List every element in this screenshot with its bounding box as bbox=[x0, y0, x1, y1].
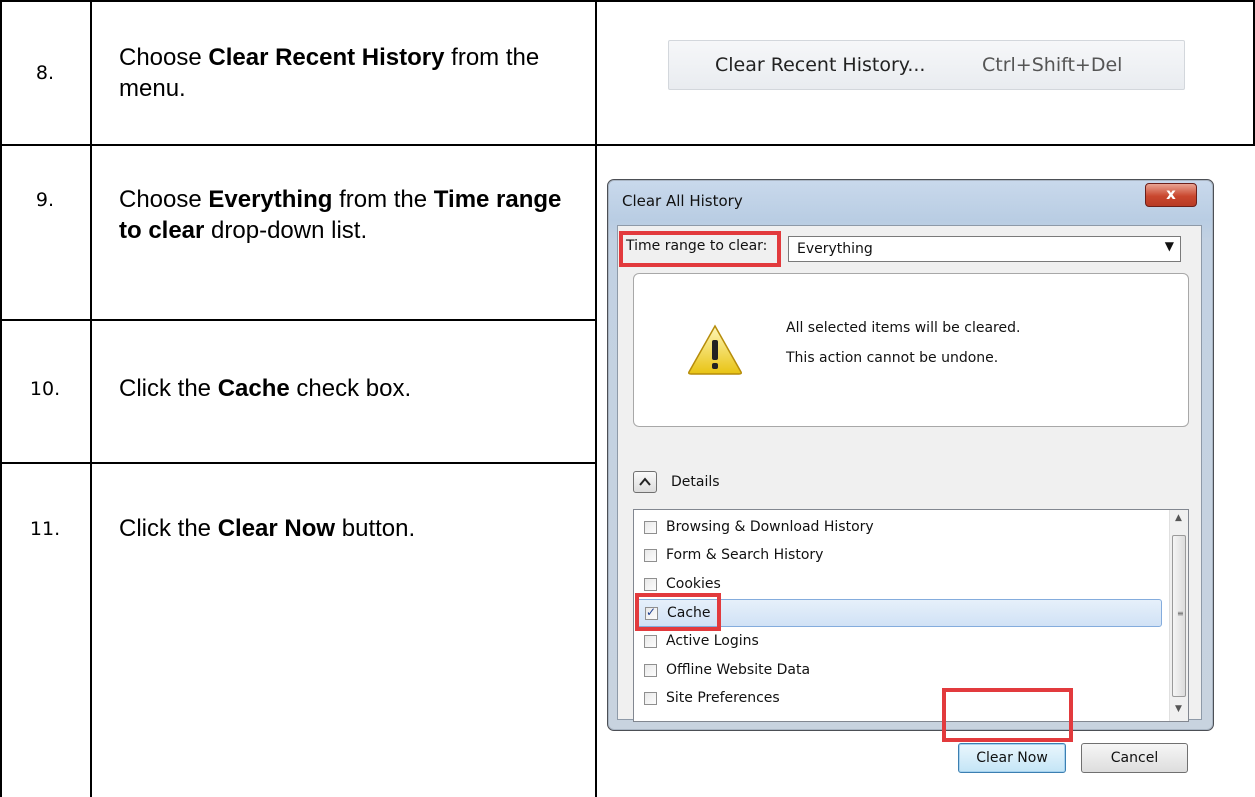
dialog-client-area: Time range to clear: Everything ▼ All se… bbox=[617, 225, 1202, 773]
menu-item-label: Clear Recent History... bbox=[715, 54, 926, 76]
list-item[interactable]: Active Logins bbox=[636, 628, 1162, 656]
table-divider-1 bbox=[90, 0, 92, 797]
list-item-label: Form & Search History bbox=[666, 547, 824, 563]
list-item-label: Active Logins bbox=[666, 633, 759, 649]
step-number: 10. bbox=[29, 378, 61, 400]
step-instruction: Choose Clear Recent History from the men… bbox=[119, 44, 540, 102]
list-item[interactable]: Offline Website Data bbox=[636, 657, 1162, 685]
warning-text-line1: All selected items will be cleared. bbox=[786, 320, 1021, 336]
scroll-down-icon[interactable]: ▼ bbox=[1175, 704, 1182, 714]
vertical-scrollbar[interactable]: ▲ ≡ ▼ bbox=[1169, 510, 1188, 721]
clear-recent-history-menu-item[interactable]: Clear Recent History... Ctrl+Shift+Del bbox=[668, 40, 1185, 90]
details-toggle-button[interactable] bbox=[633, 471, 657, 493]
menu-item-shortcut: Ctrl+Shift+Del bbox=[982, 54, 1123, 76]
list-item[interactable]: Form & Search History bbox=[636, 542, 1162, 570]
table-divider-2 bbox=[595, 0, 597, 797]
scroll-up-icon[interactable]: ▲ bbox=[1175, 513, 1182, 523]
close-icon: x bbox=[1166, 185, 1176, 203]
checkbox[interactable] bbox=[644, 692, 657, 705]
step-number: 11. bbox=[29, 518, 61, 540]
clear-all-history-dialog: Clear All History x Time range to clear:… bbox=[607, 179, 1214, 773]
time-range-select[interactable]: Everything ▼ bbox=[788, 236, 1181, 262]
cancel-button[interactable]: Cancel bbox=[1081, 743, 1188, 773]
warning-text-line2: This action cannot be undone. bbox=[786, 350, 999, 366]
checkbox[interactable] bbox=[644, 549, 657, 562]
cache-highlight bbox=[635, 593, 721, 631]
checkbox[interactable] bbox=[644, 578, 657, 591]
grip-icon: ≡ bbox=[1177, 609, 1184, 618]
time-range-value: Everything bbox=[797, 241, 873, 257]
warning-icon bbox=[688, 324, 742, 375]
table-row-divider-3 bbox=[0, 462, 597, 464]
clear-now-button[interactable]: Clear Now bbox=[958, 743, 1066, 773]
list-item[interactable]: Site Preferences bbox=[636, 685, 1162, 713]
list-item-label: Site Preferences bbox=[666, 690, 780, 706]
clear-now-highlight bbox=[942, 688, 1073, 742]
step-instruction: Choose Everything from the Time range to… bbox=[119, 186, 562, 244]
table-border-left bbox=[0, 0, 2, 797]
table-row-divider-2 bbox=[0, 319, 597, 321]
details-label: Details bbox=[671, 474, 720, 490]
checkbox[interactable] bbox=[644, 635, 657, 648]
scrollbar-thumb[interactable]: ≡ bbox=[1172, 535, 1186, 697]
time-range-highlight bbox=[619, 231, 781, 267]
chevron-down-icon: ▼ bbox=[1164, 239, 1174, 253]
list-item-label: Browsing & Download History bbox=[666, 519, 874, 535]
close-button[interactable]: x bbox=[1145, 183, 1197, 207]
checkbox[interactable] bbox=[644, 664, 657, 677]
step-number: 9. bbox=[35, 189, 55, 211]
warning-panel: All selected items will be cleared. This… bbox=[633, 273, 1189, 427]
chevron-up-icon bbox=[639, 477, 651, 486]
list-item-label: Cookies bbox=[666, 576, 721, 592]
table-border-top bbox=[0, 0, 1255, 2]
list-item-label: Offline Website Data bbox=[666, 662, 811, 678]
step-instruction: Click the Clear Now button. bbox=[119, 515, 416, 542]
step-instruction: Click the Cache check box. bbox=[119, 375, 412, 402]
step-number: 8. bbox=[35, 62, 55, 84]
checkbox[interactable] bbox=[644, 521, 657, 534]
table-row-divider-1 bbox=[0, 144, 1255, 146]
dialog-title: Clear All History bbox=[622, 192, 743, 210]
list-item[interactable]: Browsing & Download History bbox=[636, 514, 1162, 542]
